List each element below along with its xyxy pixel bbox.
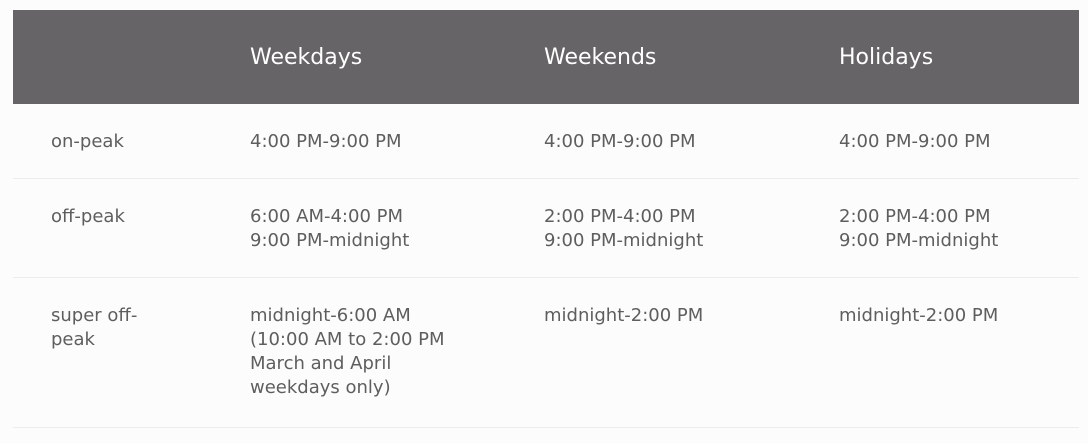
cell-holidays: 4:00 PM-9:00 PM xyxy=(799,104,1079,179)
table-body: on-peak 4:00 PM-9:00 PM 4:00 PM-9:00 PM … xyxy=(13,104,1079,428)
row-label-off-peak: off-peak xyxy=(13,178,210,278)
table-row: on-peak 4:00 PM-9:00 PM 4:00 PM-9:00 PM … xyxy=(13,104,1079,179)
time-range: 9:00 PM-midnight xyxy=(544,230,704,251)
cell-holidays: 2:00 PM-4:00 PM 9:00 PM-midnight xyxy=(799,178,1079,278)
time-range: midnight-2:00 PM xyxy=(839,305,999,326)
time-range: 6:00 AM-4:00 PM xyxy=(250,206,404,227)
header-cell-empty xyxy=(13,10,210,104)
time-range: 9:00 PM-midnight xyxy=(839,230,999,251)
cell-weekdays: 4:00 PM-9:00 PM xyxy=(210,104,504,179)
header-row: Weekdays Weekends Holidays xyxy=(13,10,1079,104)
time-range: 4:00 PM-9:00 PM xyxy=(250,131,402,152)
time-range: 9:00 PM-midnight xyxy=(250,230,410,251)
cell-holidays: midnight-2:00 PM xyxy=(799,277,1079,428)
time-of-use-table: Weekdays Weekends Holidays on-peak 4:00 … xyxy=(13,10,1079,428)
row-label-super-off-peak: super off-peak xyxy=(13,277,210,428)
header-cell-weekends: Weekends xyxy=(544,44,657,70)
time-range: 2:00 PM-4:00 PM xyxy=(544,206,696,227)
time-range-note: (10:00 AM to 2:00 PM March and April wee… xyxy=(250,329,445,398)
table-row: super off-peak midnight-6:00 AM (10:00 A… xyxy=(13,277,1079,428)
time-of-use-table-container: Weekdays Weekends Holidays on-peak 4:00 … xyxy=(13,10,1079,428)
time-range: midnight-2:00 PM xyxy=(544,305,704,326)
cell-weekends: 4:00 PM-9:00 PM xyxy=(504,104,799,179)
time-range: 2:00 PM-4:00 PM xyxy=(839,206,991,227)
row-label-on-peak: on-peak xyxy=(13,104,210,179)
cell-weekends: 2:00 PM-4:00 PM 9:00 PM-midnight xyxy=(504,178,799,278)
table-header: Weekdays Weekends Holidays xyxy=(13,10,1079,104)
cell-weekdays: 6:00 AM-4:00 PM 9:00 PM-midnight xyxy=(210,178,504,278)
table-row: off-peak 6:00 AM-4:00 PM 9:00 PM-midnigh… xyxy=(13,178,1079,278)
time-range: 4:00 PM-9:00 PM xyxy=(839,131,991,152)
time-range: midnight-6:00 AM xyxy=(250,305,411,326)
header-cell-weekdays: Weekdays xyxy=(250,44,363,70)
time-range: 4:00 PM-9:00 PM xyxy=(544,131,696,152)
header-cell-holidays: Holidays xyxy=(839,44,934,70)
cell-weekdays: midnight-6:00 AM (10:00 AM to 2:00 PM Ma… xyxy=(210,277,504,428)
cell-weekends: midnight-2:00 PM xyxy=(504,277,799,428)
